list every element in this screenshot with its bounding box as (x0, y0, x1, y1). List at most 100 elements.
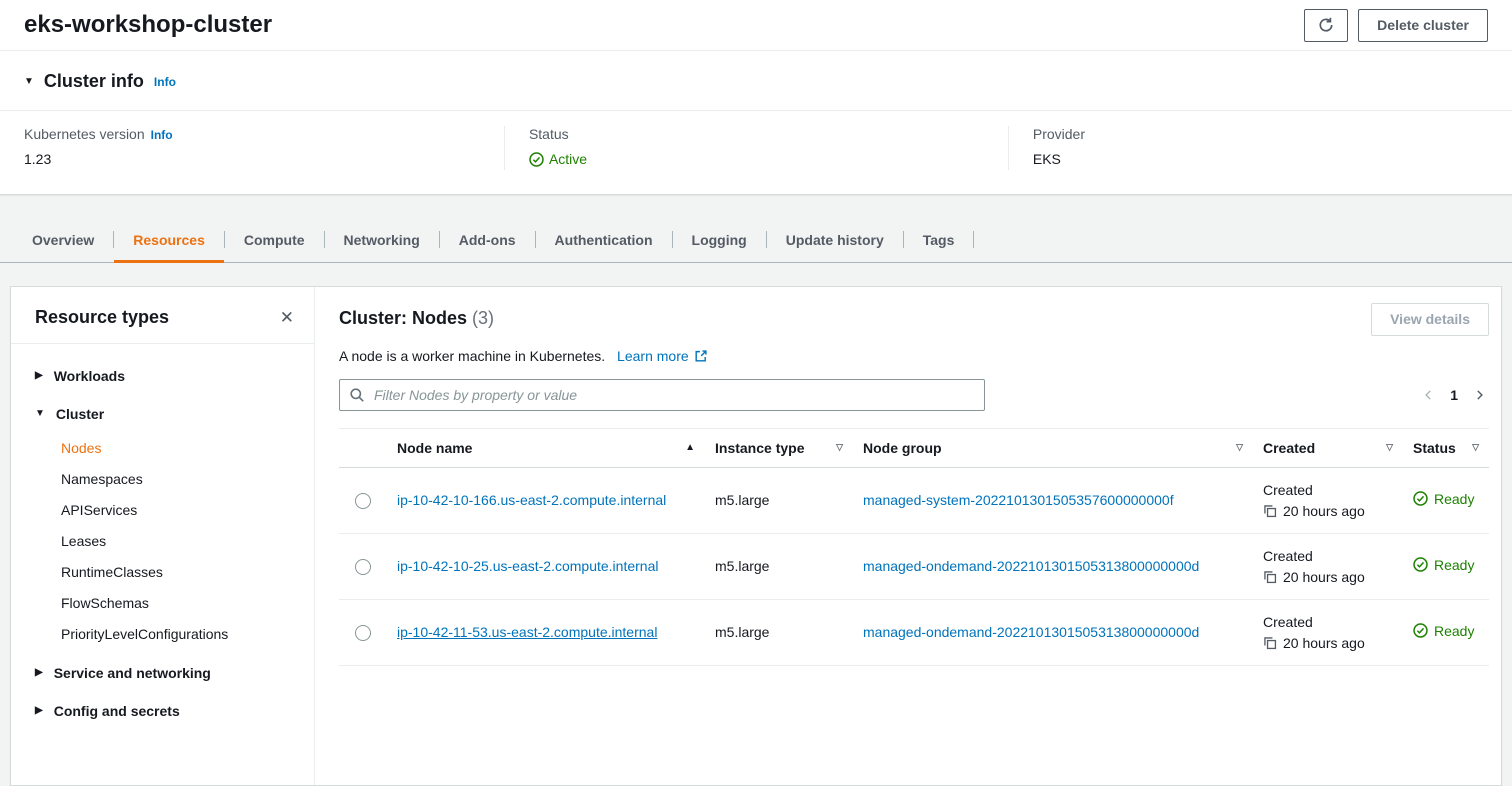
cluster-info-header: ▼ Cluster info Info (0, 51, 1512, 111)
status-text: Ready (1434, 491, 1474, 507)
column-label: Instance type (715, 440, 804, 456)
sidebar-group-label: Config and secrets (54, 703, 180, 719)
cluster-items-list: Nodes Namespaces APIServices Leases Runt… (11, 433, 314, 654)
view-details-button[interactable]: View details (1371, 303, 1489, 336)
instance-type-cell: m5.large (705, 467, 853, 533)
cluster-info-link[interactable]: Info (154, 75, 176, 89)
nodes-description: A node is a worker machine in Kubernetes… (339, 348, 1489, 364)
collapse-caret-icon[interactable]: ▼ (24, 77, 34, 87)
sidebar-item-flowschemas[interactable]: FlowSchemas (11, 588, 314, 619)
row-select-radio[interactable] (355, 625, 371, 641)
column-header-node-name[interactable]: Node name ▲ (387, 428, 705, 467)
copy-icon[interactable] (1263, 570, 1277, 584)
sort-icon: ▽ (836, 442, 843, 453)
filter-box (339, 379, 985, 411)
next-page-button[interactable] (1474, 388, 1485, 402)
kubernetes-version-info-link[interactable]: Info (151, 128, 173, 142)
sidebar-item-leases[interactable]: Leases (11, 526, 314, 557)
column-header-status[interactable]: Status ▽ (1403, 428, 1489, 467)
node-group-link[interactable]: managed-system-2022101301505357600000000… (863, 492, 1174, 508)
nodes-description-text: A node is a worker machine in Kubernetes… (339, 348, 605, 364)
chevron-right-icon: ▶ (35, 706, 43, 716)
nodes-title: Cluster: Nodes(3) (339, 303, 494, 329)
close-icon[interactable]: ✕ (280, 309, 294, 326)
sidebar-item-runtimeclasses[interactable]: RuntimeClasses (11, 557, 314, 588)
instance-type-cell: m5.large (705, 599, 853, 665)
tab-authentication[interactable]: Authentication (536, 218, 672, 262)
column-label: Node group (863, 440, 942, 456)
status-field: Status Active (504, 126, 1008, 170)
instance-type-cell: m5.large (705, 533, 853, 599)
learn-more-text: Learn more (617, 348, 689, 364)
provider-label: Provider (1033, 126, 1488, 142)
kubernetes-version-value: 1.23 (24, 151, 480, 167)
select-all-header (339, 428, 387, 467)
created-ago: 20 hours ago (1283, 635, 1365, 651)
copy-icon[interactable] (1263, 636, 1277, 650)
resource-types-sidebar: Resource types ✕ ▶ Workloads ▼ Cluster N… (11, 287, 315, 785)
row-select-radio[interactable] (355, 559, 371, 575)
refresh-icon (1318, 17, 1334, 33)
sidebar-item-prioritylevelconfigurations[interactable]: PriorityLevelConfigurations (11, 619, 314, 650)
node-name-link[interactable]: ip-10-42-10-25.us-east-2.compute.interna… (397, 558, 658, 574)
sidebar-group-config-secrets[interactable]: ▶ Config and secrets (11, 692, 314, 730)
column-header-created[interactable]: Created ▽ (1253, 428, 1403, 467)
check-circle-icon (1413, 557, 1428, 572)
sidebar-item-nodes[interactable]: Nodes (11, 433, 314, 464)
table-row: ip-10-42-10-25.us-east-2.compute.interna… (339, 533, 1489, 599)
row-select-radio[interactable] (355, 493, 371, 509)
node-group-link[interactable]: managed-ondemand-20221013015053138000000… (863, 558, 1199, 574)
tab-divider (973, 231, 974, 248)
table-row: ip-10-42-11-53.us-east-2.compute.interna… (339, 599, 1489, 665)
column-header-instance-type[interactable]: Instance type ▽ (705, 428, 853, 467)
sidebar-group-service-networking[interactable]: ▶ Service and networking (11, 654, 314, 692)
status-text: Active (549, 151, 587, 167)
tab-networking[interactable]: Networking (325, 218, 439, 262)
column-header-node-group[interactable]: Node group ▽ (853, 428, 1253, 467)
nodes-title-text: Cluster: Nodes (339, 308, 467, 328)
nodes-content: Cluster: Nodes(3) View details A node is… (315, 287, 1501, 785)
page-title: eks-workshop-cluster (24, 11, 272, 39)
check-circle-icon (1413, 491, 1428, 506)
filter-nodes-input[interactable] (339, 379, 985, 411)
previous-page-button[interactable] (1423, 388, 1434, 402)
pagination: 1 (1423, 387, 1489, 403)
tab-update-history[interactable]: Update history (767, 218, 903, 262)
current-page-number[interactable]: 1 (1450, 387, 1458, 403)
sort-ascending-icon: ▲ (685, 442, 695, 453)
learn-more-link[interactable]: Learn more (617, 348, 708, 364)
cluster-info-body: Kubernetes version Info 1.23 Status Activ… (0, 111, 1512, 194)
table-row: ip-10-42-10-166.us-east-2.compute.intern… (339, 467, 1489, 533)
created-cell: Created 20 hours ago (1253, 533, 1403, 599)
created-ago: 20 hours ago (1283, 569, 1365, 585)
sidebar-group-workloads[interactable]: ▶ Workloads (11, 357, 314, 395)
tab-resources[interactable]: Resources (114, 218, 224, 262)
status-badge: Ready (1413, 623, 1474, 639)
tab-add-ons[interactable]: Add-ons (440, 218, 535, 262)
table-header-row: Node name ▲ Instance type ▽ (339, 428, 1489, 467)
column-label: Node name (397, 440, 472, 456)
tab-compute[interactable]: Compute (225, 218, 324, 262)
node-name-link[interactable]: ip-10-42-10-166.us-east-2.compute.intern… (397, 492, 666, 508)
copy-icon[interactable] (1263, 504, 1277, 518)
header-actions: Delete cluster (1304, 9, 1488, 42)
chevron-down-icon: ▼ (35, 409, 45, 419)
sidebar-item-apiservices[interactable]: APIServices (11, 495, 314, 526)
sidebar-group-cluster[interactable]: ▼ Cluster (11, 395, 314, 433)
refresh-button[interactable] (1304, 9, 1348, 42)
delete-cluster-button[interactable]: Delete cluster (1358, 9, 1488, 42)
tab-logging[interactable]: Logging (673, 218, 766, 262)
tab-overview[interactable]: Overview (13, 218, 113, 262)
sort-icon: ▽ (1386, 442, 1393, 453)
sidebar-item-namespaces[interactable]: Namespaces (11, 464, 314, 495)
tab-tags[interactable]: Tags (904, 218, 974, 262)
provider-field: Provider EKS (1008, 126, 1512, 170)
node-name-link[interactable]: ip-10-42-11-53.us-east-2.compute.interna… (397, 624, 657, 640)
status-text: Ready (1434, 623, 1474, 639)
created-label: Created (1263, 482, 1393, 498)
resource-types-title: Resource types (35, 307, 169, 328)
kubernetes-version-label-text: Kubernetes version (24, 126, 145, 142)
sidebar-group-label: Service and networking (54, 665, 211, 681)
node-group-link[interactable]: managed-ondemand-20221013015053138000000… (863, 624, 1199, 640)
nodes-content-header: Cluster: Nodes(3) View details (339, 303, 1489, 336)
